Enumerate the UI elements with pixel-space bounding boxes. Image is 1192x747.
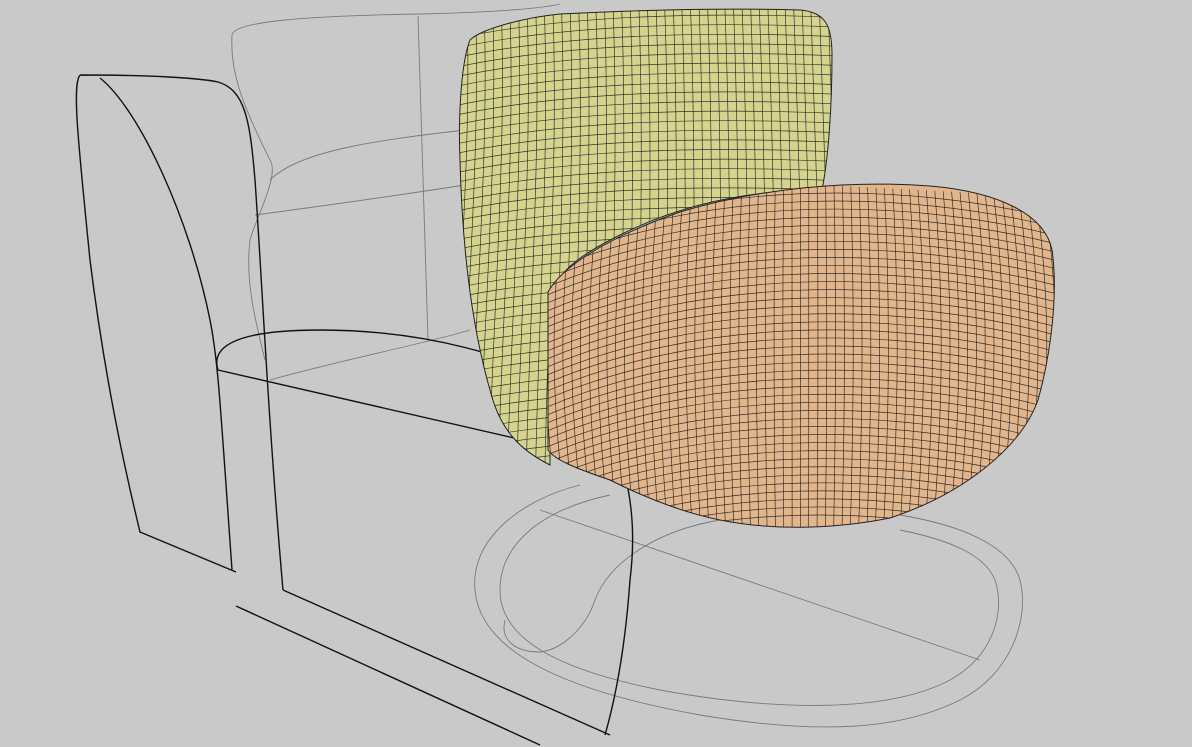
base-curve-inner [499, 494, 999, 706]
backrest-mesh-rib [459, 9, 460, 465]
base-cutout-curve [503, 519, 721, 653]
3d-viewport[interactable] [0, 0, 1192, 747]
left-arm-profile [75, 74, 284, 591]
base-center-line [539, 509, 981, 661]
backrest-inner-curve [254, 129, 471, 381]
seat-surface [547, 183, 1074, 540]
seat-mesh-rib [1057, 197, 1074, 540]
seat-fill [547, 183, 1055, 528]
scene-canvas[interactable] [0, 0, 1192, 747]
